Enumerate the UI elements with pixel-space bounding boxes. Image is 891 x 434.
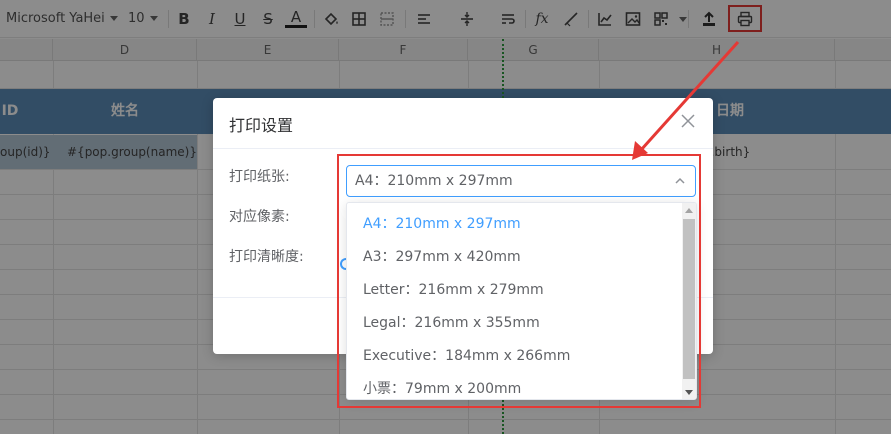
paper-label: 打印纸张: [229, 169, 290, 185]
dropdown-highlight-box [337, 154, 701, 408]
close-icon[interactable] [679, 112, 697, 130]
dialog-divider [213, 148, 713, 149]
clarity-label: 打印清晰度: [229, 249, 304, 265]
pixels-label: 对应像素: [229, 209, 290, 225]
dialog-title: 打印设置 [229, 116, 294, 135]
